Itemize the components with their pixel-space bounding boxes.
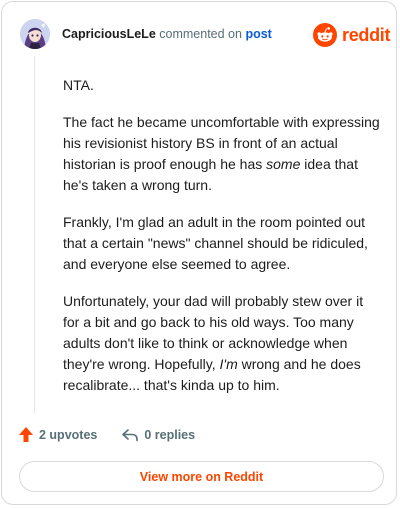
avatar-anime-girl-icon [20,19,50,49]
reddit-snoo-icon [313,23,337,47]
comment-paragraph-1: NTA. [63,77,94,93]
reddit-wordmark: reddit [342,24,391,45]
reddit-logo[interactable]: reddit [313,22,391,48]
view-more-button[interactable]: View more on Reddit [19,461,384,492]
upvote-count: 2 upvotes [39,427,98,442]
comment-header: CapriciousLeLe commented on post [62,27,272,41]
commented-on-text: commented on [159,27,242,41]
comment-body: NTA. The fact he became uncomfortable wi… [63,75,381,412]
username-link[interactable]: CapriciousLeLe [62,27,156,41]
comment-paragraph-2: The fact he became uncomfortable with ex… [63,114,380,193]
replies-button[interactable]: 0 replies [121,428,195,442]
comment-paragraph-3: Frankly, I'm glad an adult in the room p… [63,214,368,272]
reply-count: 0 replies [144,427,196,442]
comment-card: CapriciousLeLe commented on post reddit … [1,1,397,505]
comment-paragraph-4: Unfortunately, your dad will probably st… [63,293,364,393]
upvote-button[interactable]: 2 upvotes [18,426,97,443]
thread-line [34,56,35,414]
reply-arrow-icon [122,428,139,441]
view-more-label: View more on Reddit [139,469,264,484]
avatar[interactable] [20,19,50,49]
comment-actions: 2 upvotes 0 replies [18,426,195,443]
post-link[interactable]: post [245,27,271,41]
upvote-arrow-icon [19,427,33,442]
